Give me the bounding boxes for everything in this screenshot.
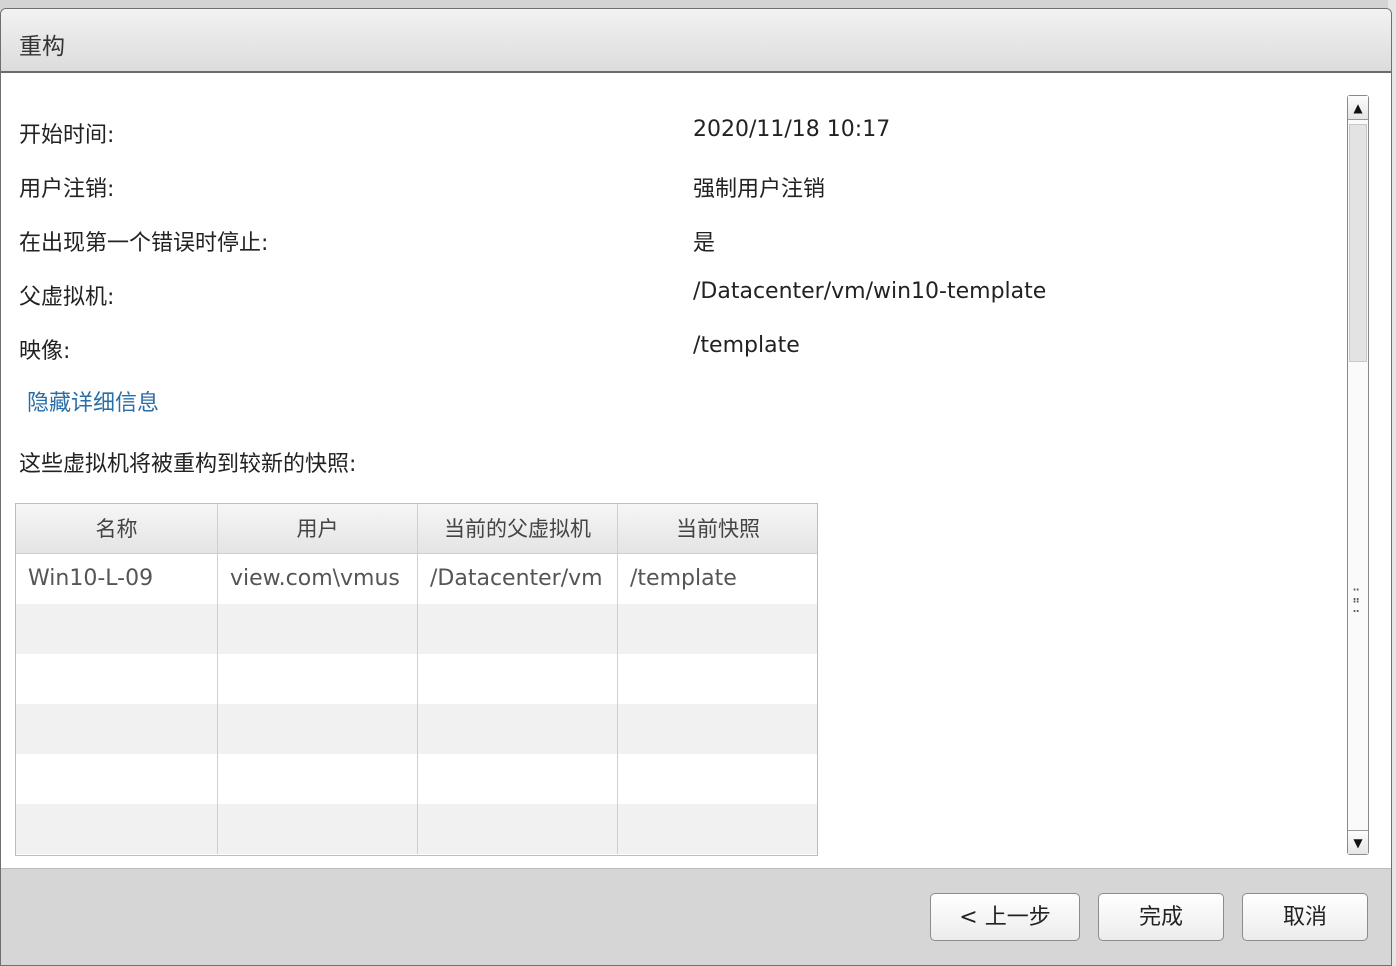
- triangle-up-icon[interactable]: ▲: [1348, 96, 1368, 120]
- hide-details-link[interactable]: 隐藏详细信息: [27, 385, 159, 417]
- cell-snapshot: /template: [630, 566, 737, 591]
- empty-cell: [618, 604, 817, 654]
- field-value: /Datacenter/vm/win10-template: [693, 279, 1047, 304]
- field-image: 映像: /template: [19, 333, 1319, 373]
- field-label: 父虚拟机:: [19, 285, 115, 310]
- empty-row: [16, 704, 817, 754]
- field-user-logoff: 用户注销: 强制用户注销: [19, 171, 1319, 211]
- field-stop-on-error: 在出现第一个错误时停止: 是: [19, 225, 1319, 265]
- empty-cell: [218, 604, 418, 654]
- empty-cell: [418, 654, 618, 704]
- field-label: 用户注销:: [19, 177, 115, 202]
- column-header-snapshot[interactable]: 当前快照: [618, 504, 817, 554]
- empty-cell: [618, 804, 817, 854]
- empty-row: [16, 654, 817, 704]
- vertical-scrollbar[interactable]: ▲ ▼: [1347, 95, 1369, 855]
- field-value: 强制用户注销: [693, 177, 826, 202]
- cell-user: view.com\vmus: [218, 554, 418, 604]
- finish-button[interactable]: 完成: [1098, 893, 1224, 941]
- empty-cell: [16, 654, 218, 704]
- summary-content: 开始时间: 2020/11/18 10:17 用户注销: 强制用户注销 在出现第…: [1, 73, 1341, 868]
- back-button[interactable]: < 上一步: [930, 893, 1080, 941]
- column-header-user[interactable]: 用户: [218, 504, 418, 554]
- field-label: 开始时间:: [19, 123, 115, 148]
- empty-cell: [618, 704, 817, 754]
- empty-cell: [418, 804, 618, 854]
- scroll-thumb[interactable]: [1349, 124, 1367, 362]
- empty-cell: [418, 604, 618, 654]
- column-header-parent-vm[interactable]: 当前的父虚拟机: [418, 504, 618, 554]
- empty-cell: [16, 704, 218, 754]
- empty-cell: [16, 604, 218, 654]
- empty-cell: [618, 654, 817, 704]
- empty-row: [16, 604, 817, 654]
- dialog-title: 重构: [19, 34, 65, 60]
- cell-parent-vm: /Datacenter/vm: [418, 554, 618, 604]
- recompose-dialog: 重构 开始时间: 2020/11/18 10:17 用户注销: 强制用户注销 在…: [0, 8, 1392, 966]
- empty-row: [16, 754, 817, 804]
- table-row[interactable]: Win10-L-09 view.com\vmus /Datacenter/vm …: [16, 554, 817, 604]
- field-parent-vm: 父虚拟机: /Datacenter/vm/win10-template: [19, 279, 1319, 319]
- triangle-down-icon[interactable]: ▼: [1348, 830, 1368, 854]
- empty-cell: [418, 754, 618, 804]
- field-start-time: 开始时间: 2020/11/18 10:17: [19, 117, 1319, 157]
- vm-table: 名称 用户 当前的父虚拟机 当前快照 Win10-L-09 view.com\v…: [15, 503, 818, 856]
- empty-cell: [218, 754, 418, 804]
- field-label: 映像:: [19, 339, 71, 364]
- empty-row: [16, 804, 817, 854]
- empty-cell: [16, 754, 218, 804]
- dialog-titlebar: 重构: [1, 9, 1391, 73]
- empty-cell: [218, 704, 418, 754]
- splitter-grip-icon[interactable]: ⁚⁚ ⁚⁚: [1352, 587, 1366, 615]
- column-header-name[interactable]: 名称: [16, 504, 218, 554]
- dialog-footer: < 上一步 完成 取消: [1, 868, 1391, 965]
- field-value: 2020/11/18 10:17: [693, 117, 891, 142]
- cancel-button[interactable]: 取消: [1242, 893, 1368, 941]
- empty-cell: [618, 754, 817, 804]
- empty-cell: [418, 704, 618, 754]
- field-value: 是: [693, 231, 716, 256]
- empty-cell: [218, 654, 418, 704]
- field-value: /template: [693, 333, 800, 358]
- table-header: 名称 用户 当前的父虚拟机 当前快照: [16, 504, 817, 554]
- field-label: 在出现第一个错误时停止:: [19, 231, 269, 256]
- empty-cell: [218, 804, 418, 854]
- table-caption: 这些虚拟机将被重构到较新的快照:: [19, 452, 357, 477]
- cell-name: Win10-L-09: [16, 554, 218, 604]
- empty-cell: [16, 804, 218, 854]
